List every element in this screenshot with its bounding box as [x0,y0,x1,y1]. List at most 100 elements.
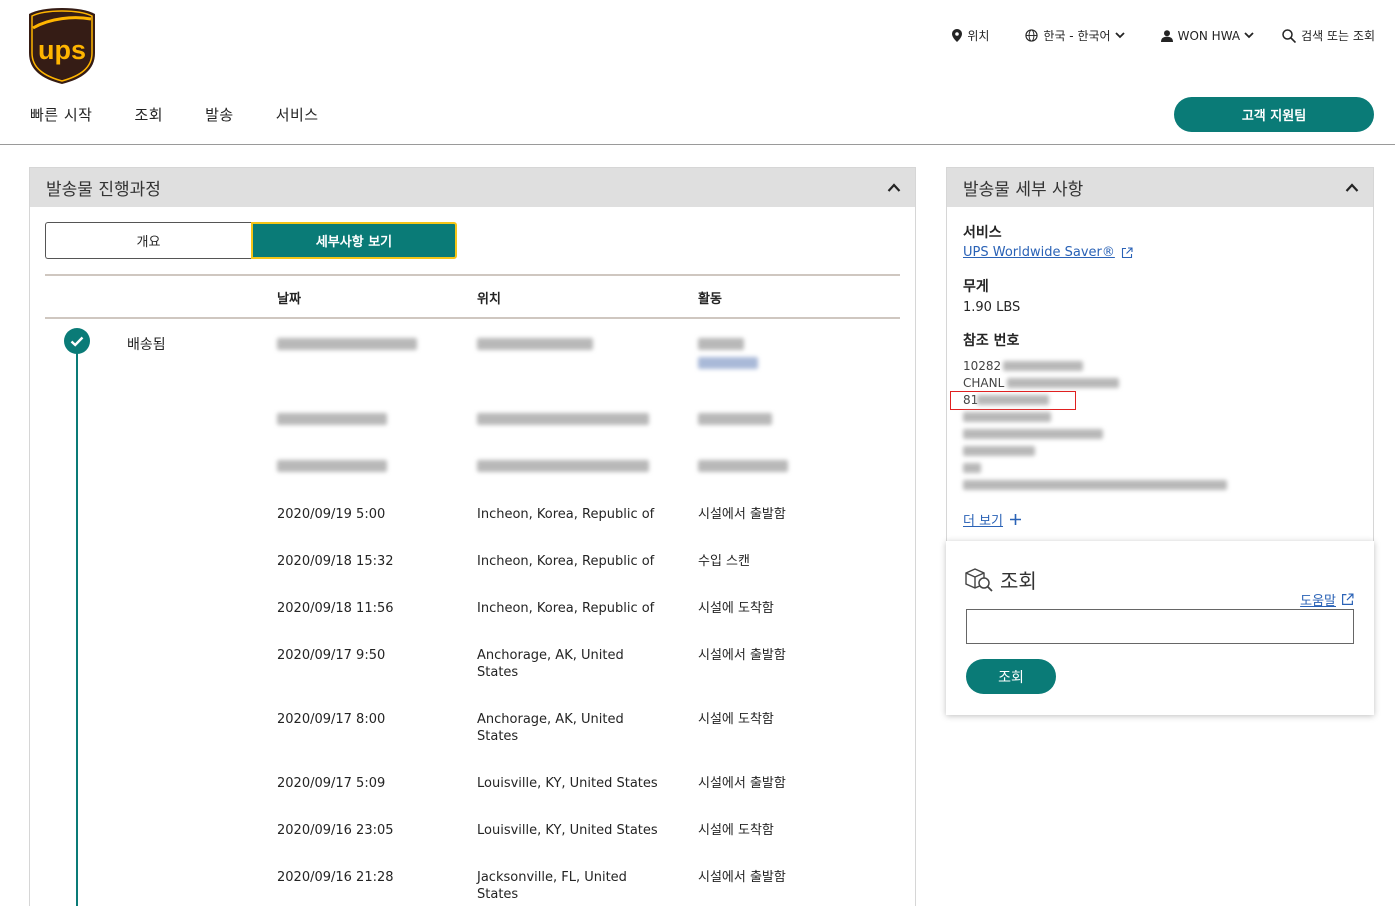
table-row-location: Incheon, Korea, Republic of [477,554,655,569]
service-value: UPS Worldwide Saver® [963,245,1115,260]
user-name: WON HWA [1177,28,1241,43]
redacted-date [277,413,387,425]
customer-support-button[interactable]: 고객 지원팀 [1174,97,1374,132]
nav-shipping[interactable]: 발송 [205,104,234,125]
reference-label: 참조 번호 [963,333,1020,349]
redacted-text [963,446,1035,456]
table-row-date: 2020/09/19 5:00 [277,507,386,522]
chevron-up-icon[interactable] [887,181,901,195]
table-divider [45,274,900,276]
table-row-activity: 시설에서 출발함 [698,507,786,522]
weight-label: 무게 [963,279,989,295]
nav-tracking[interactable]: 조회 [134,104,163,125]
utility-nav: 위치 한국 - 한국어 WON HWA 검색 또는 조회 [952,27,1375,44]
table-row-activity: 시설에서 출발함 [698,870,786,885]
redacted-link [698,357,758,369]
tab-details[interactable]: 세부사항 보기 [251,222,457,259]
redacted-date [277,460,387,472]
ups-logo[interactable]: ups [28,7,96,85]
reference-number: 10282 [963,359,1083,373]
column-header-activity: 활동 [698,292,722,307]
header-divider [0,144,1395,145]
checkmark-icon [70,336,84,347]
chevron-down-icon [1114,32,1125,39]
service-label: 서비스 [963,225,1002,241]
details-panel-header[interactable]: 발송물 세부 사항 [947,168,1373,207]
redacted-activity [698,460,788,472]
table-row-date: 2020/09/18 11:56 [277,601,394,616]
table-row-activity: 수입 스캔 [698,554,750,569]
redacted-text [1003,361,1083,371]
table-row-date: 2020/09/17 5:09 [277,776,386,791]
location-label: 위치 [967,29,990,43]
shipment-details-panel: 발송물 세부 사항 서비스 UPS Worldwide Saver® 무게 1.… [946,167,1374,541]
table-row-date: 2020/09/16 21:28 [277,870,394,885]
package-search-icon [965,567,993,592]
redacted-text [963,429,1103,439]
table-row-location: Louisville, KY, United States [477,776,658,791]
weight-value: 1.90 LBS [963,300,1021,315]
track-button[interactable]: 조회 [966,659,1056,694]
timeline-line [76,343,78,906]
table-row-location: Jacksonville, FL, United States [477,870,627,902]
column-header-location: 위치 [477,292,501,307]
search-link[interactable]: 검색 또는 조회 [1282,27,1375,44]
redacted-date [277,338,417,350]
user-icon [1160,29,1173,42]
location-link[interactable]: 위치 [952,27,989,44]
redacted-location [477,338,593,350]
more-link[interactable]: 더 보기 [963,510,1022,529]
table-row-date: 2020/09/16 23:05 [277,823,394,838]
nav-services[interactable]: 서비스 [276,104,319,125]
track-title-text: 조회 [1000,569,1037,593]
table-row-activity: 시설에서 출발함 [698,648,786,663]
table-row-activity: 시설에서 출발함 [698,776,786,791]
reference-number-text: 10282 [963,359,1002,373]
help-link[interactable]: 도움말 [1300,590,1354,609]
table-divider [45,317,900,319]
redacted-text [963,480,1227,490]
table-row-date: 2020/09/18 15:32 [277,554,394,569]
view-toggle: 개요 세부사항 보기 [45,222,457,259]
redacted-text [1007,378,1119,388]
progress-panel-header[interactable]: 발송물 진행과정 [30,168,915,207]
table-row-activity: 시설에 도착함 [698,601,774,616]
table-row-location: Incheon, Korea, Republic of [477,601,655,616]
redacted-text [963,412,1051,422]
column-header-date: 날짜 [277,292,301,307]
globe-icon [1025,29,1039,42]
table-row-activity: 시설에 도착함 [698,712,774,727]
progress-panel-title: 발송물 진행과정 [46,180,161,200]
table-row-date: 2020/09/17 9:50 [277,648,386,663]
table-row-date: 2020/09/17 8:00 [277,712,386,727]
reference-highlight-box [950,391,1076,410]
location-pin-icon [952,29,963,42]
external-link-icon [1342,593,1354,605]
details-panel-title: 발송물 세부 사항 [963,180,1084,200]
user-menu[interactable]: WON HWA [1160,28,1255,43]
service-link[interactable]: UPS Worldwide Saver® [963,245,1133,260]
redacted-location [477,460,649,472]
redacted-location [477,413,649,425]
chevron-up-icon[interactable] [1345,181,1359,195]
reference-number: CHANL [963,376,1119,390]
main-nav: 빠른 시작 조회 발송 서비스 [30,104,361,125]
tab-overview[interactable]: 개요 [45,222,251,259]
chevron-down-icon [1244,32,1254,39]
language-selector[interactable]: 한국 - 한국어 [1025,27,1125,44]
delivered-status-marker [64,328,90,354]
shipment-progress-panel: 발송물 진행과정 개요 세부사항 보기 날짜 위치 활동 배송됨 2020/09… [29,167,916,906]
external-link-icon [1121,246,1133,258]
plus-icon [1010,514,1022,525]
language-label: 한국 - 한국어 [1043,29,1111,43]
tracking-number-input[interactable] [966,609,1354,644]
search-icon [1282,28,1297,43]
svg-text:ups: ups [38,35,86,65]
table-row-location: Incheon, Korea, Republic of [477,507,655,522]
track-widget: 조회 도움말 조회 [946,541,1374,715]
nav-quick-start[interactable]: 빠른 시작 [30,104,92,125]
redacted-activity [698,413,772,425]
table-row-location: Anchorage, AK, United States [477,712,624,744]
redacted-text [963,463,981,473]
track-widget-title: 조회 [964,565,1037,594]
